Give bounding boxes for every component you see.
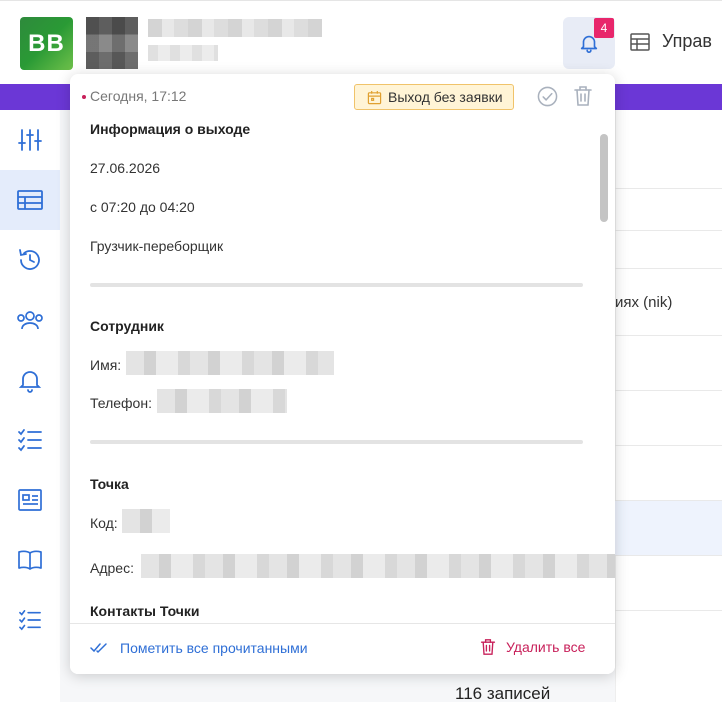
sidebar-item-notifications[interactable] <box>0 350 60 410</box>
point-title: Точка <box>90 476 129 492</box>
sidebar-item-filters[interactable] <box>0 110 60 170</box>
table-row <box>615 390 722 391</box>
point-contacts-title: Контакты Точки <box>90 603 200 619</box>
book-icon <box>18 550 42 570</box>
delete-notification-button[interactable] <box>573 85 593 112</box>
point-code-redacted <box>122 509 170 533</box>
scrollbar-thumb[interactable] <box>600 134 608 222</box>
sliders-icon <box>18 129 42 151</box>
point-code-label: Код: <box>90 515 118 531</box>
sidebar-item-tasks[interactable] <box>0 410 60 470</box>
user-subtitle-redacted <box>148 45 218 61</box>
section-divider <box>90 283 583 287</box>
table-cell-text: иях (nik) <box>615 294 673 311</box>
bell-icon <box>18 371 42 393</box>
sidebar-item-checklists[interactable] <box>0 590 60 650</box>
sidebar-item-documents[interactable] <box>0 470 60 530</box>
table-row <box>615 188 722 189</box>
calendar-icon <box>367 90 382 104</box>
notification-time: Сегодня, 17:12 <box>90 88 187 104</box>
history-icon <box>19 249 40 270</box>
notification-type-label: Выход без заявки <box>388 89 503 105</box>
exit-info-title: Информация о выходе <box>90 121 251 137</box>
sidebar <box>0 110 60 702</box>
notification-body[interactable]: Информация о выходе 27.06.2026 с 07:20 д… <box>70 118 615 623</box>
notifications-count-badge: 4 <box>594 18 614 38</box>
table-row <box>615 445 722 446</box>
records-count: 116 записей <box>455 684 551 703</box>
management-menu-link[interactable]: Управ <box>630 31 712 52</box>
mark-all-read-button[interactable]: Пометить все прочитанными <box>90 640 308 656</box>
employee-phone-redacted <box>157 389 287 413</box>
table-row <box>615 230 722 231</box>
table-row <box>615 500 722 556</box>
table-icon <box>17 190 43 210</box>
sidebar-item-users[interactable] <box>0 290 60 350</box>
double-check-icon <box>90 643 107 654</box>
management-menu-label: Управ <box>662 31 712 51</box>
table-row <box>615 555 722 556</box>
exit-date: 27.06.2026 <box>90 160 161 176</box>
sidebar-item-knowledge-base[interactable] <box>0 530 60 590</box>
top-header: BB 4 Управ <box>0 0 722 85</box>
background-table <box>615 110 722 702</box>
employee-title: Сотрудник <box>90 318 164 334</box>
check-circle-icon <box>537 86 558 107</box>
sidebar-item-table[interactable] <box>0 170 60 230</box>
trash-icon <box>574 86 592 106</box>
user-name-redacted <box>148 19 322 37</box>
user-avatar[interactable] <box>86 17 138 69</box>
id-card-icon <box>18 489 42 511</box>
notification-type-badge: Выход без заявки <box>354 84 514 110</box>
point-address-label: Адрес: <box>90 560 134 576</box>
unread-dot <box>82 95 86 99</box>
app-logo[interactable]: BB <box>20 17 73 70</box>
checklist-icon <box>19 610 41 631</box>
exit-time-range: с 07:20 до 04:20 <box>90 199 195 215</box>
exit-role: Грузчик-переборщик <box>90 238 224 254</box>
sidebar-item-history[interactable] <box>0 230 60 290</box>
employee-phone-label: Телефон: <box>90 395 152 411</box>
delete-all-button[interactable]: Удалить все <box>480 638 585 656</box>
trash-icon <box>480 639 496 655</box>
employee-name-label: Имя: <box>90 357 122 373</box>
point-address-redacted <box>141 554 615 578</box>
employee-name-redacted <box>126 351 334 375</box>
mark-read-button[interactable] <box>537 86 558 112</box>
notification-header: Сегодня, 17:12 Выход без заявки <box>70 74 615 118</box>
table-row <box>615 335 722 336</box>
section-divider <box>90 440 583 444</box>
checklist-icon <box>18 429 42 452</box>
table-row <box>615 610 722 611</box>
delete-all-label: Удалить все <box>506 639 586 655</box>
table-row <box>615 268 722 269</box>
mark-all-read-label: Пометить все прочитанными <box>120 640 308 656</box>
table-icon <box>630 32 650 51</box>
notification-footer: Пометить все прочитанными Удалить все <box>70 623 615 674</box>
notifications-panel: Сегодня, 17:12 Выход без заявки Информац… <box>70 74 615 674</box>
users-icon <box>17 311 43 330</box>
